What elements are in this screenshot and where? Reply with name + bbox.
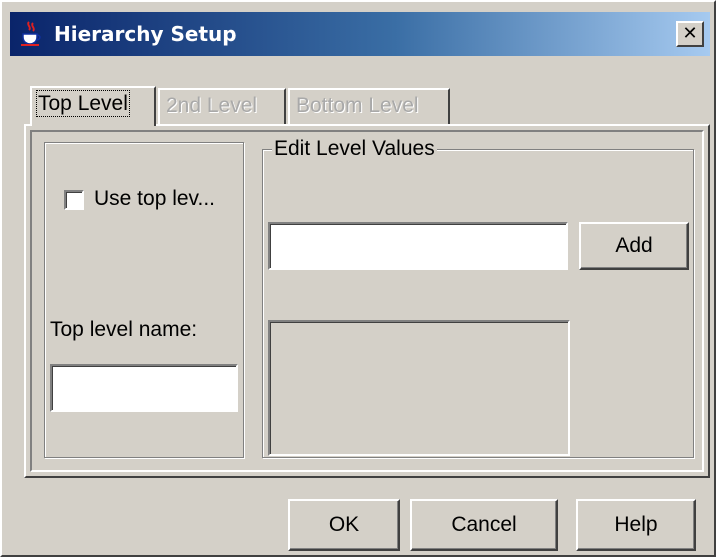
tab-bottom-level[interactable]: Bottom Level (288, 88, 450, 124)
cancel-button-label: Cancel (451, 513, 517, 536)
top-level-name-field[interactable] (50, 364, 238, 412)
cancel-button[interactable]: Cancel (410, 499, 558, 551)
close-button[interactable]: ✕ (676, 21, 704, 47)
close-icon: ✕ (682, 23, 698, 44)
tab-top-level[interactable]: Top Level (30, 86, 156, 126)
hierarchy-setup-dialog: Hierarchy Setup ✕ Top Level 2nd Level Bo… (0, 0, 716, 557)
help-button-label: Help (614, 513, 658, 536)
title-bar[interactable]: Hierarchy Setup ✕ (10, 12, 710, 56)
tab-2nd-level-label: 2nd Level (166, 94, 258, 117)
ok-button[interactable]: OK (288, 499, 400, 551)
edit-level-values-title: Edit Level Values (272, 137, 437, 161)
level-values-list[interactable] (268, 320, 570, 456)
add-button-label: Add (615, 234, 653, 257)
top-level-name-label: Top level name: (50, 318, 198, 341)
tab-top-level-label: Top Level (36, 90, 130, 117)
window-title: Hierarchy Setup (54, 22, 237, 46)
use-top-level-label: Use top lev... (94, 187, 215, 210)
level-value-input[interactable] (268, 222, 568, 270)
add-button[interactable]: Add (579, 222, 689, 270)
use-top-level-checkbox[interactable] (64, 190, 84, 210)
tab-2nd-level[interactable]: 2nd Level (158, 88, 286, 124)
help-button[interactable]: Help (576, 499, 696, 551)
ok-button-label: OK (328, 513, 360, 536)
java-coffee-cup-icon (20, 21, 42, 47)
tab-bottom-level-label: Bottom Level (296, 94, 419, 117)
